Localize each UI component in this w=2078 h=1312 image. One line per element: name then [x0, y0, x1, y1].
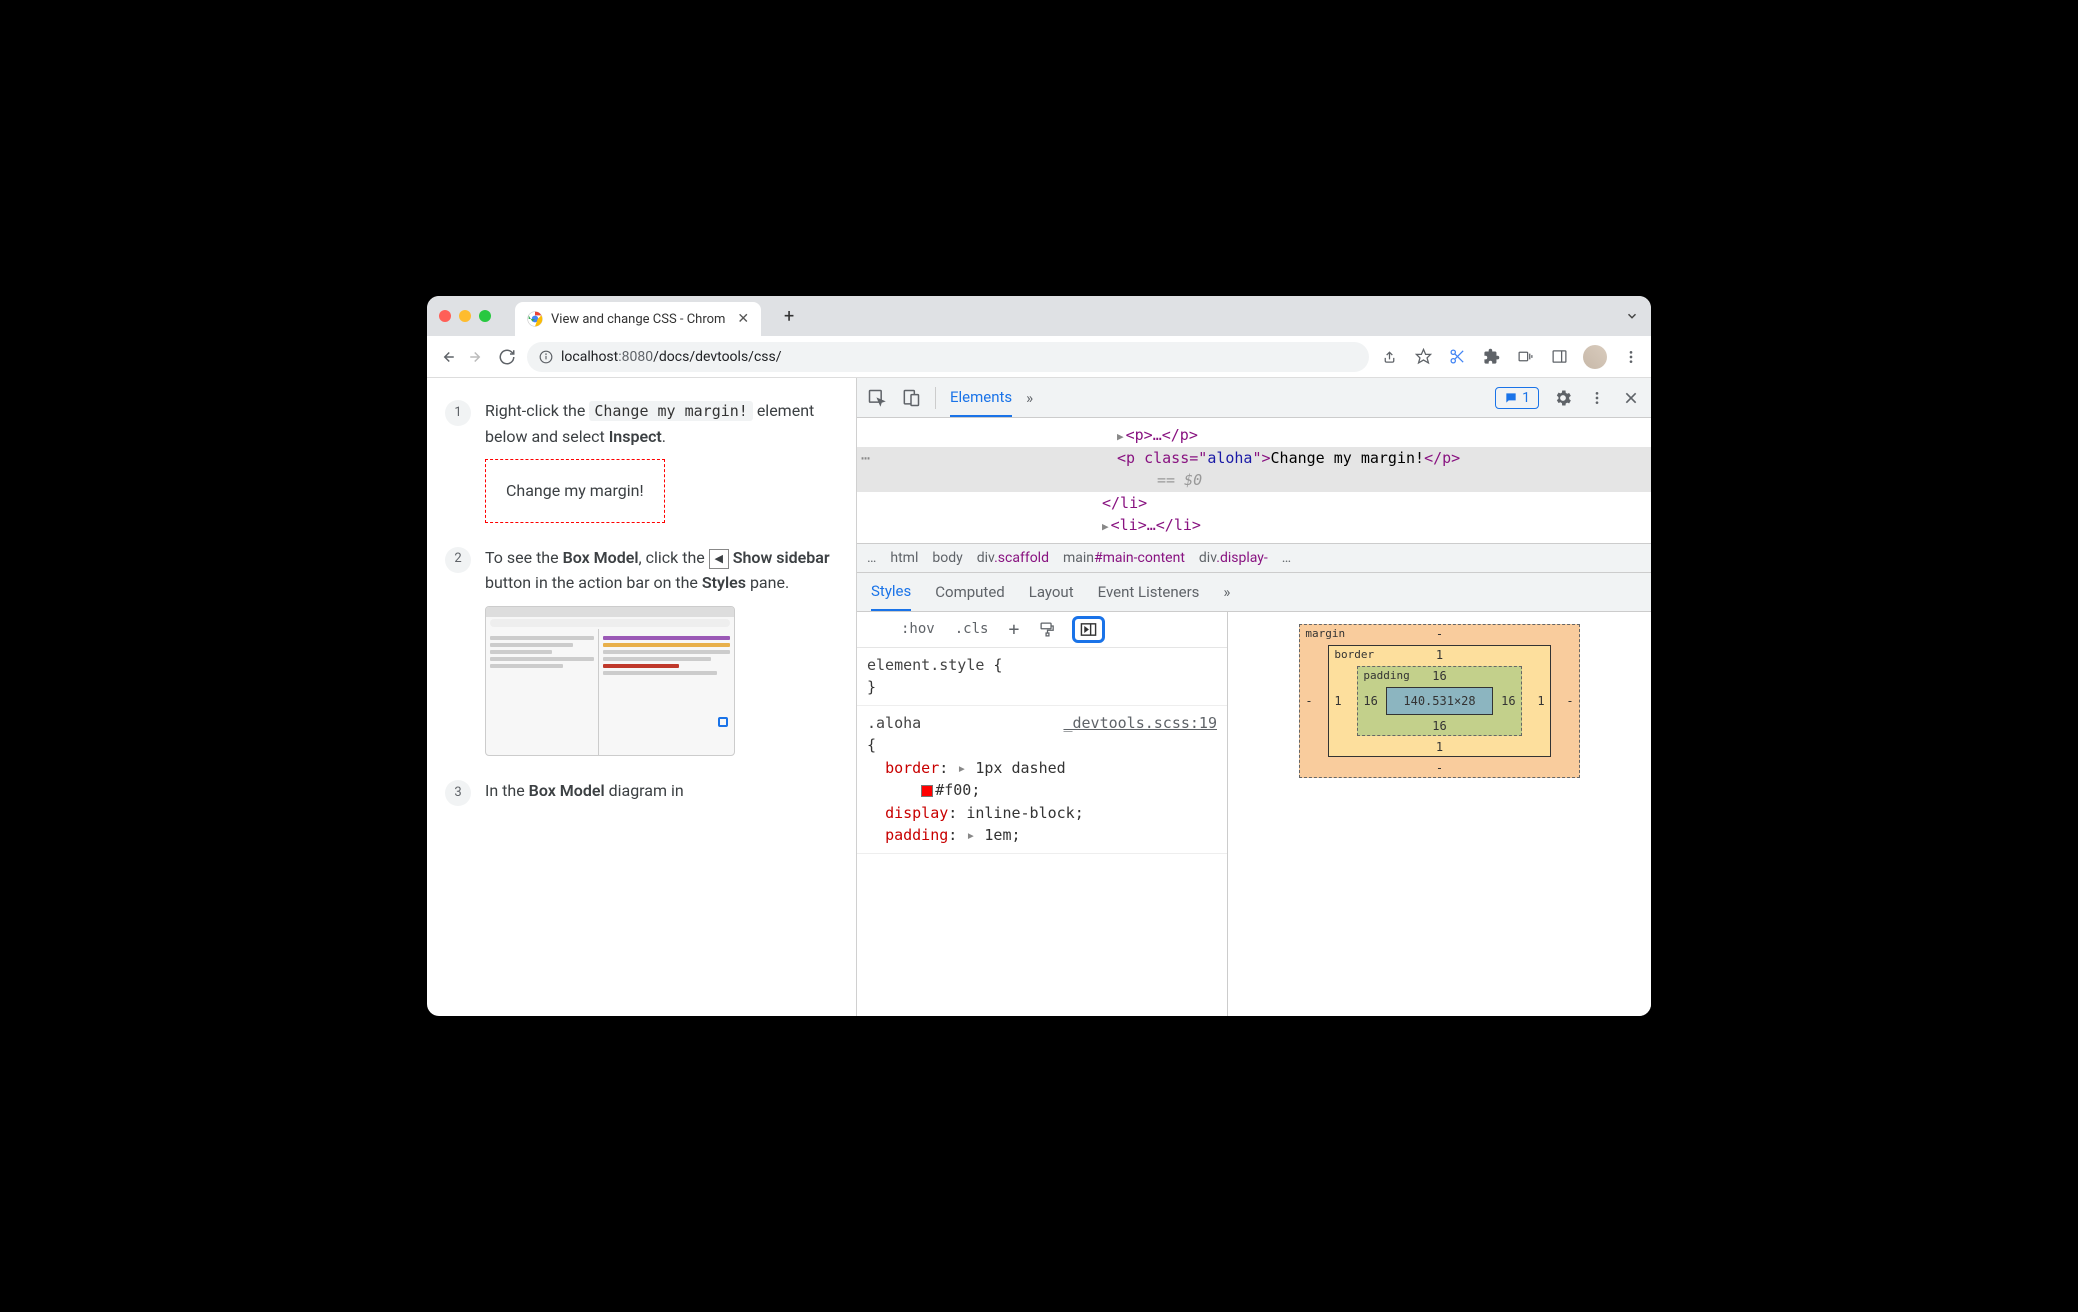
titlebar: View and change CSS - Chrom ✕ + [427, 296, 1651, 336]
minimize-window-button[interactable] [459, 310, 471, 322]
styles-body: :hov .cls + element.style {} .aloha _dev… [857, 612, 1651, 1017]
share-button[interactable] [1379, 347, 1399, 367]
box-model-content[interactable]: 140.531×28 [1386, 687, 1492, 715]
info-icon [539, 350, 553, 364]
color-swatch[interactable] [921, 785, 933, 797]
chat-icon [1504, 391, 1518, 405]
ellipsis-icon[interactable]: ⋯ [861, 447, 870, 470]
profile-avatar[interactable] [1583, 345, 1607, 369]
content-area: 1 Right-click the Change my margin! elem… [427, 378, 1651, 1016]
step-body: In the Box Model diagram in [485, 778, 684, 806]
tab-computed[interactable]: Computed [935, 574, 1005, 610]
browser-tab[interactable]: View and change CSS - Chrom ✕ [515, 302, 761, 336]
css-rules-pane[interactable]: :hov .cls + element.style {} .aloha _dev… [857, 612, 1227, 1017]
crumb-html[interactable]: html [890, 550, 918, 566]
devtools-menu-button[interactable] [1587, 388, 1607, 408]
close-window-button[interactable] [439, 310, 451, 322]
media-button[interactable] [1515, 347, 1535, 367]
elements-tab[interactable]: Elements [950, 379, 1012, 417]
tab-layout[interactable]: Layout [1029, 574, 1074, 610]
page-pane[interactable]: 1 Right-click the Change my margin! elem… [427, 378, 857, 1016]
maximize-window-button[interactable] [479, 310, 491, 322]
reload-button[interactable] [497, 347, 517, 367]
step-number: 3 [445, 780, 471, 806]
step-number: 1 [445, 400, 471, 426]
hov-button[interactable]: :hov [897, 619, 939, 639]
box-model-pane[interactable]: margin - - - - border 1 1 1 1 [1227, 612, 1651, 1017]
box-model-padding[interactable]: padding 16 16 16 16 140.531×28 [1357, 666, 1521, 736]
new-tab-button[interactable]: + [775, 302, 803, 330]
scissors-icon[interactable] [1447, 347, 1467, 367]
tab-styles[interactable]: Styles [871, 573, 911, 611]
crumbs-left[interactable]: … [867, 550, 876, 566]
traffic-lights [439, 310, 491, 322]
close-tab-button[interactable]: ✕ [737, 311, 749, 327]
close-devtools-button[interactable] [1621, 388, 1641, 408]
tab-event-listeners[interactable]: Event Listeners [1098, 574, 1200, 610]
target-element[interactable]: Change my margin! [485, 459, 665, 523]
step-1: 1 Right-click the Change my margin! elem… [445, 398, 832, 523]
rule-element-style[interactable]: element.style {} [857, 648, 1227, 706]
box-model-border[interactable]: border 1 1 1 1 padding 16 16 16 [1328, 645, 1550, 757]
step-2: 2 To see the Box Model, click the ◀ Show… [445, 545, 832, 756]
device-toggle-button[interactable] [901, 388, 921, 408]
selected-element[interactable]: ⋯ <p class="aloha">Change my margin!</p>… [857, 447, 1651, 492]
crumb-div-display[interactable]: div.display- [1199, 550, 1268, 566]
back-button[interactable] [437, 347, 457, 367]
step-number: 2 [445, 547, 471, 573]
new-rule-button[interactable]: + [1004, 617, 1023, 642]
bookmark-button[interactable] [1413, 347, 1433, 367]
chrome-icon [527, 311, 543, 327]
crumbs-right[interactable]: … [1282, 550, 1291, 566]
settings-button[interactable] [1553, 388, 1573, 408]
url-text: localhost:8080/docs/devtools/css/ [561, 349, 782, 365]
step-body: To see the Box Model, click the ◀ Show s… [485, 545, 832, 756]
breadcrumbs[interactable]: … html body div.scaffold main#main-conte… [857, 543, 1651, 573]
browser-menu-button[interactable] [1621, 347, 1641, 367]
browser-toolbar: localhost:8080/docs/devtools/css/ [427, 336, 1651, 378]
source-link[interactable]: _devtools.scss:19 [1063, 712, 1217, 735]
cls-button[interactable]: .cls [951, 619, 993, 639]
address-bar[interactable]: localhost:8080/docs/devtools/css/ [527, 342, 1369, 372]
dom-tree[interactable]: ▶<p>…</p> ⋯ <p class="aloha">Change my m… [857, 418, 1651, 543]
box-model-margin[interactable]: margin - - - - border 1 1 1 1 [1299, 624, 1579, 778]
styles-tabstrip: Styles Computed Layout Event Listeners » [857, 573, 1651, 612]
step-3: 3 In the Box Model diagram in [445, 778, 832, 806]
crumb-div-scaffold[interactable]: div.scaffold [977, 550, 1049, 566]
tab-title: View and change CSS - Chrom [551, 312, 725, 327]
forward-button[interactable] [467, 347, 487, 367]
more-styles-tabs[interactable]: » [1223, 574, 1230, 610]
issues-badge[interactable]: 1 [1495, 387, 1539, 409]
step-body: Right-click the Change my margin! elemen… [485, 398, 832, 523]
sidepanel-button[interactable] [1549, 347, 1569, 367]
show-sidebar-icon: ◀ [709, 549, 729, 569]
crumb-main[interactable]: main#main-content [1063, 550, 1185, 566]
crumb-body[interactable]: body [932, 550, 962, 566]
browser-window: View and change CSS - Chrom ✕ + localhos… [427, 296, 1651, 1016]
more-tabs-button[interactable]: » [1026, 380, 1033, 416]
inspect-element-button[interactable] [867, 388, 887, 408]
styles-action-bar: :hov .cls + [857, 612, 1227, 648]
screenshot-thumbnail[interactable] [485, 606, 735, 756]
show-sidebar-button[interactable] [1072, 616, 1105, 643]
devtools-top-toolbar: Elements » 1 [857, 378, 1651, 418]
devtools-pane: Elements » 1 ▶<p>…</p> ⋯ <p class="aloha… [857, 378, 1651, 1016]
extensions-button[interactable] [1481, 347, 1501, 367]
paint-button[interactable] [1035, 619, 1060, 640]
rule-aloha[interactable]: .aloha _devtools.scss:19{ border: ▸ 1px … [857, 706, 1227, 854]
tabs-menu-button[interactable] [1625, 309, 1639, 323]
